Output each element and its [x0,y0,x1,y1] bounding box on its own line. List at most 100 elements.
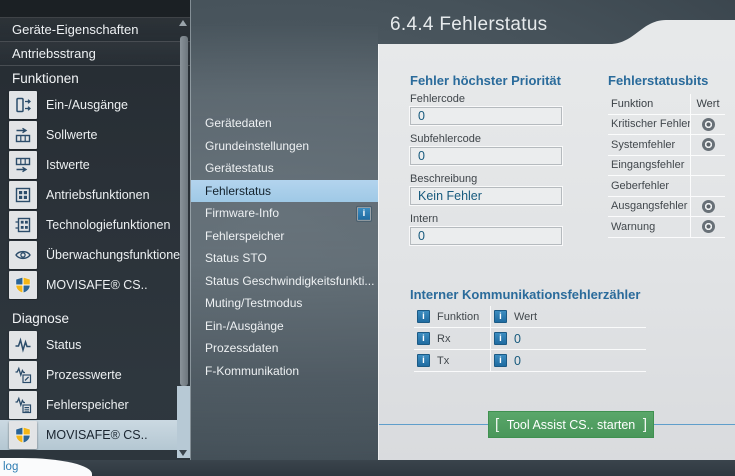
sidebar-item-fehlerspeicher[interactable]: Fehlerspeicher [0,390,190,420]
drive-functions-icon [9,181,37,209]
menu-item-geraetedaten[interactable]: Gerätedaten [191,112,378,135]
scrollbar-track[interactable] [177,386,190,458]
menu-item-prozessdaten[interactable]: Prozessdaten [191,337,378,360]
sidebar-item-label: MOVISAFE® CS.. [46,428,148,442]
info-icon[interactable]: i [417,310,430,323]
sidebar-item-technologiefunktionen[interactable]: Technologiefunktionen [0,210,190,240]
button-bracket-right: ] [643,417,647,432]
sidebar-item-movisafe-diagnose[interactable]: MOVISAFE® CS.. [0,420,190,450]
sidebar-section-funktionen[interactable]: Funktionen [0,66,190,90]
cell-value: 0 [514,332,521,346]
main-content: 6.4.4 Fehlerstatus Fehler höchster Prior… [378,0,735,476]
menu-item-status-geschwindigkeitsfunktionen[interactable]: Status Geschwindigkeitsfunkti... [191,270,378,293]
intern-field[interactable] [410,227,562,245]
cell-label: Kritischer Fehler [608,118,690,130]
sidebar-item-istwerte[interactable]: Istwerte [0,150,190,180]
cell-label: Warnung [608,221,690,233]
sidebar-item-status[interactable]: Status [0,330,190,360]
column-header-wert: Wert [690,94,725,114]
info-icon[interactable]: i [417,332,430,345]
sidebar-item-geraete-eigenschaften[interactable]: Geräte-Eigenschaften [0,18,190,42]
menu-item-geraetestatus[interactable]: Gerätestatus [191,157,378,180]
field-label-subfehlercode: Subfehlercode [410,133,564,145]
log-link[interactable]: log [3,461,92,474]
sidebar-item-label: Prozesswerte [46,368,122,382]
menu-item-fehlerstatus[interactable]: Fehlerstatus [191,180,378,203]
sidebar-item-label: Technologiefunktionen [46,218,170,232]
sidebar-item-label: Antriebsfunktionen [46,188,150,202]
scrollbar-thumb[interactable] [180,36,188,386]
fehlercode-field[interactable] [410,107,562,125]
sidebar-scrollbar[interactable] [177,18,190,458]
fault-priority-form: Fehlercode Subfehlercode Beschreibung In… [410,93,564,253]
app-window: Geräte-Eigenschaften Antriebsstrang Funk… [0,0,735,476]
table-header-row: Funktion Wert [608,94,725,115]
field-label-beschreibung: Beschreibung [410,173,564,185]
sidebar-item-movisafe-funktionen[interactable]: MOVISAFE® CS.. [0,270,190,300]
menu-item-fehlerspeicher[interactable]: Fehlerspeicher [191,225,378,248]
menu-item-grundeinstellungen[interactable]: Grundeinstellungen [191,135,378,158]
comm-counter-table: i Funktion i Wert i Rx i 0 [414,306,646,372]
status-led-icon [702,220,715,233]
scroll-up-icon[interactable] [179,20,187,26]
section-header-label: Diagnose [12,311,69,326]
info-icon[interactable]: i [494,310,507,323]
submenu-panel: Gerätedaten Grundeinstellungen Gerätesta… [190,0,378,476]
scroll-down-icon[interactable] [179,450,187,456]
sidebar-item-label: Status [46,338,81,352]
menu-item-status-sto[interactable]: Status STO [191,247,378,270]
button-label: Tool Assist CS.. starten [499,418,643,432]
sidebar: Geräte-Eigenschaften Antriebsstrang Funk… [0,0,190,476]
io-icon [9,91,37,119]
section-title-comm-counter: Interner Kommunikationsfehlerzähler [410,287,640,302]
menu-item-muting-testmodus[interactable]: Muting/Testmodus [191,292,378,315]
column-header-funktion: Funktion [437,311,479,323]
cell-label: Rx [437,333,450,345]
column-header-funktion: Funktion [608,98,690,110]
sidebar-item-ueberwachungsfunktionen[interactable]: Überwachungsfunktionen [0,240,190,270]
actual-values-icon [9,151,37,179]
section-header-label: Funktionen [12,71,79,86]
cell-value: 0 [514,354,521,368]
tool-assist-start-button[interactable]: [ Tool Assist CS.. starten ] [488,411,654,438]
sidebar-item-antriebsstrang[interactable]: Antriebsstrang [0,42,190,66]
eye-icon [9,241,37,269]
menu-item-firmware-info[interactable]: Firmware-Info i [191,202,378,225]
sidebar-item-ein-ausgaenge[interactable]: Ein-/Ausgänge [0,90,190,120]
table-header-row: i Funktion i Wert [414,306,646,328]
panel-top-curve [378,20,735,44]
section-title-statusbits: Fehlerstatusbits [608,73,708,88]
sidebar-item-label: Antriebsstrang [12,46,96,61]
cell-label: Geberfehler [608,180,690,192]
content-panel: Fehler höchster Priorität Fehlercode Sub… [378,44,735,460]
table-row: i Rx i 0 [414,328,646,350]
sidebar-item-antriebsfunktionen[interactable]: Antriebsfunktionen [0,180,190,210]
sidebar-item-label: Fehlerspeicher [46,398,129,412]
field-label-intern: Intern [410,213,564,225]
sidebar-section-diagnose[interactable]: Diagnose [0,306,190,330]
info-icon[interactable]: i [417,354,430,367]
subfehlercode-field[interactable] [410,147,562,165]
sidebar-item-label: Überwachungsfunktionen [46,248,187,262]
status-led-icon [702,138,715,151]
column-header-wert: Wert [514,311,537,323]
table-row: Kritischer Fehler [608,115,725,136]
cell-label: Tx [437,355,449,367]
info-icon[interactable]: i [357,207,371,221]
menu-item-ein-ausgaenge[interactable]: Ein-/Ausgänge [191,315,378,338]
table-row: i Tx i 0 [414,350,646,372]
menu-item-f-kommunikation[interactable]: F-Kommunikation [191,360,378,383]
info-icon[interactable]: i [494,332,507,345]
setpoints-icon [9,121,37,149]
technology-functions-icon [9,211,37,239]
statusbits-table: Funktion Wert Kritischer Fehler Systemfe… [608,94,725,238]
sidebar-item-prozesswerte[interactable]: Prozesswerte [0,360,190,390]
cell-label: Eingangsfehler [608,159,690,171]
field-label-fehlercode: Fehlercode [410,93,564,105]
info-icon[interactable]: i [494,354,507,367]
sidebar-item-sollwerte[interactable]: Sollwerte [0,120,190,150]
table-row: Warnung [608,217,725,238]
beschreibung-field[interactable] [410,187,562,205]
table-row: Eingangsfehler [608,156,725,177]
sidebar-item-label: Geräte-Eigenschaften [12,22,138,37]
